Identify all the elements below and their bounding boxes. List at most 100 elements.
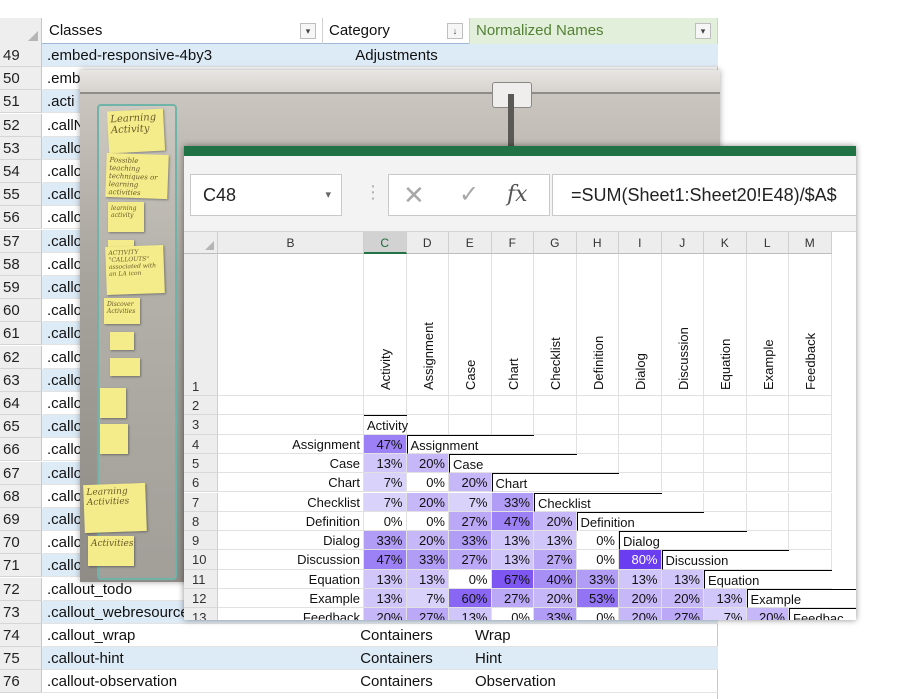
column-header-b[interactable]: B	[218, 232, 364, 254]
row-number[interactable]: 67	[0, 461, 42, 485]
row-header[interactable]: 7	[184, 492, 218, 512]
matrix-value-cell[interactable]: 27%	[449, 511, 492, 532]
matrix-value-cell[interactable]: 0%	[406, 473, 449, 493]
matrix-value-cell[interactable]: 13%	[491, 550, 534, 570]
grid-cell[interactable]	[534, 434, 577, 454]
name-box-dropdown-icon[interactable]: ▾	[325, 175, 331, 215]
grid-cell[interactable]	[704, 415, 747, 435]
matrix-value-cell[interactable]: 20%	[406, 453, 449, 474]
class-cell[interactable]: .embed-responsive-4by3	[43, 44, 323, 67]
matrix-value-cell[interactable]: 20%	[364, 608, 407, 620]
matrix-value-cell[interactable]: 0%	[406, 511, 449, 532]
column-header-i[interactable]: I	[619, 232, 662, 254]
table-row[interactable]: 75 .callout-hint Containers Hint	[0, 647, 718, 671]
row-number[interactable]: 51	[0, 90, 42, 114]
grid-cell[interactable]	[704, 492, 747, 512]
row-number[interactable]: 49	[0, 44, 42, 67]
matrix-value-cell[interactable]: 67%	[491, 569, 534, 589]
normalized-name-cell[interactable]: Observation	[470, 670, 718, 694]
row-number[interactable]: 52	[0, 113, 42, 137]
grid-cell[interactable]	[661, 473, 704, 493]
column-header-l[interactable]: L	[746, 232, 789, 254]
category-column-header[interactable]: Category ↓	[323, 18, 470, 44]
grid-cell[interactable]	[218, 415, 364, 435]
matrix-value-cell[interactable]: 47%	[364, 434, 407, 454]
matrix-value-cell[interactable]: 0%	[576, 550, 619, 570]
row-number[interactable]: 69	[0, 508, 42, 531]
row-number[interactable]: 54	[0, 160, 42, 183]
category-cell[interactable]: Containers	[323, 670, 470, 694]
row-number[interactable]: 74	[0, 624, 42, 647]
row-number[interactable]: 75	[0, 647, 42, 671]
grid-cell[interactable]	[661, 415, 704, 435]
column-header-f[interactable]: F	[491, 232, 534, 254]
grid-cell[interactable]	[746, 453, 789, 474]
category-cell[interactable]: Adjustments	[323, 44, 470, 67]
grid-cell[interactable]	[746, 531, 789, 551]
column-header-d[interactable]: D	[406, 232, 449, 254]
matrix-value-cell[interactable]: 33%	[449, 531, 492, 551]
row-number[interactable]: 66	[0, 438, 42, 462]
table-row[interactable]: 49 .embed-responsive-4by3 Adjustments	[0, 44, 718, 67]
column-header-j[interactable]: J	[661, 232, 704, 254]
row-number[interactable]: 58	[0, 252, 42, 276]
grid-cell[interactable]	[789, 550, 832, 570]
matrix-value-cell[interactable]: 7%	[704, 608, 747, 620]
sort-filter-icon[interactable]: ↓	[447, 23, 463, 39]
grid-cell[interactable]	[576, 396, 619, 416]
matrix-value-cell[interactable]: 0%	[576, 531, 619, 551]
column-header-k[interactable]: K	[704, 232, 747, 254]
row-number[interactable]: 70	[0, 531, 42, 555]
matrix-value-cell[interactable]: 20%	[619, 608, 662, 620]
row-number[interactable]: 73	[0, 600, 42, 624]
matrix-value-cell[interactable]: 13%	[364, 453, 407, 474]
matrix-value-cell[interactable]: 13%	[619, 569, 662, 589]
class-cell[interactable]: .callout-observation	[43, 670, 323, 694]
matrix-value-cell[interactable]: 7%	[364, 492, 407, 512]
grid-cell[interactable]	[661, 453, 704, 474]
matrix-value-cell[interactable]: 13%	[406, 569, 449, 589]
matrix-value-cell[interactable]: 20%	[406, 492, 449, 512]
normalized-name-cell[interactable]: Hint	[470, 647, 718, 671]
grid-cell[interactable]	[704, 396, 747, 416]
class-cell[interactable]: .callout-hint	[43, 647, 323, 671]
row-header[interactable]: 9	[184, 531, 218, 551]
grid-cell[interactable]	[576, 453, 619, 474]
worksheet-grid[interactable]: B C D E F G H I J K L M 1 2 3 4 5 6 7 8 9 10 11 12 13 Activity Ass…	[184, 232, 856, 620]
grid-cell[interactable]	[789, 396, 832, 416]
row-number[interactable]: 50	[0, 67, 42, 91]
row-number[interactable]: 56	[0, 206, 42, 230]
column-header-h[interactable]: H	[576, 232, 619, 254]
matrix-value-cell[interactable]: 80%	[619, 550, 662, 570]
grid-cell[interactable]	[534, 396, 577, 416]
matrix-value-cell[interactable]: 0%	[364, 511, 407, 532]
matrix-value-cell[interactable]: 53%	[576, 589, 619, 609]
grid-cell[interactable]	[619, 453, 662, 474]
row-header[interactable]: 12	[184, 589, 218, 609]
column-header-c[interactable]: C	[364, 232, 407, 254]
row-header[interactable]: 11	[184, 569, 218, 589]
filter-dropdown-icon[interactable]: ▾	[695, 23, 711, 39]
grid-cell[interactable]	[619, 415, 662, 435]
grid-cell[interactable]	[704, 473, 747, 493]
name-box[interactable]: C48 ▾	[190, 174, 342, 216]
matrix-value-cell[interactable]: 33%	[534, 608, 577, 620]
grid-cell[interactable]	[704, 453, 747, 474]
grid-cell[interactable]	[746, 396, 789, 416]
grid-cell[interactable]	[619, 434, 662, 454]
row-number[interactable]: 60	[0, 299, 42, 323]
matrix-value-cell[interactable]: 27%	[449, 550, 492, 570]
row-number[interactable]: 59	[0, 276, 42, 299]
grid-cell[interactable]	[661, 434, 704, 454]
matrix-value-cell[interactable]: 33%	[491, 492, 534, 512]
filter-dropdown-icon[interactable]: ▾	[300, 23, 316, 39]
row-header[interactable]: 1	[184, 254, 218, 396]
grid-cell[interactable]	[789, 492, 832, 512]
grid-cell[interactable]	[789, 453, 832, 474]
grid-cell[interactable]	[218, 396, 364, 416]
select-all-corner[interactable]	[0, 18, 42, 44]
grid-cell[interactable]	[619, 473, 662, 493]
matrix-value-cell[interactable]: 60%	[449, 589, 492, 609]
table-row[interactable]: 74 .callout_wrap Containers Wrap	[0, 624, 718, 647]
row-header[interactable]: 10	[184, 550, 218, 570]
